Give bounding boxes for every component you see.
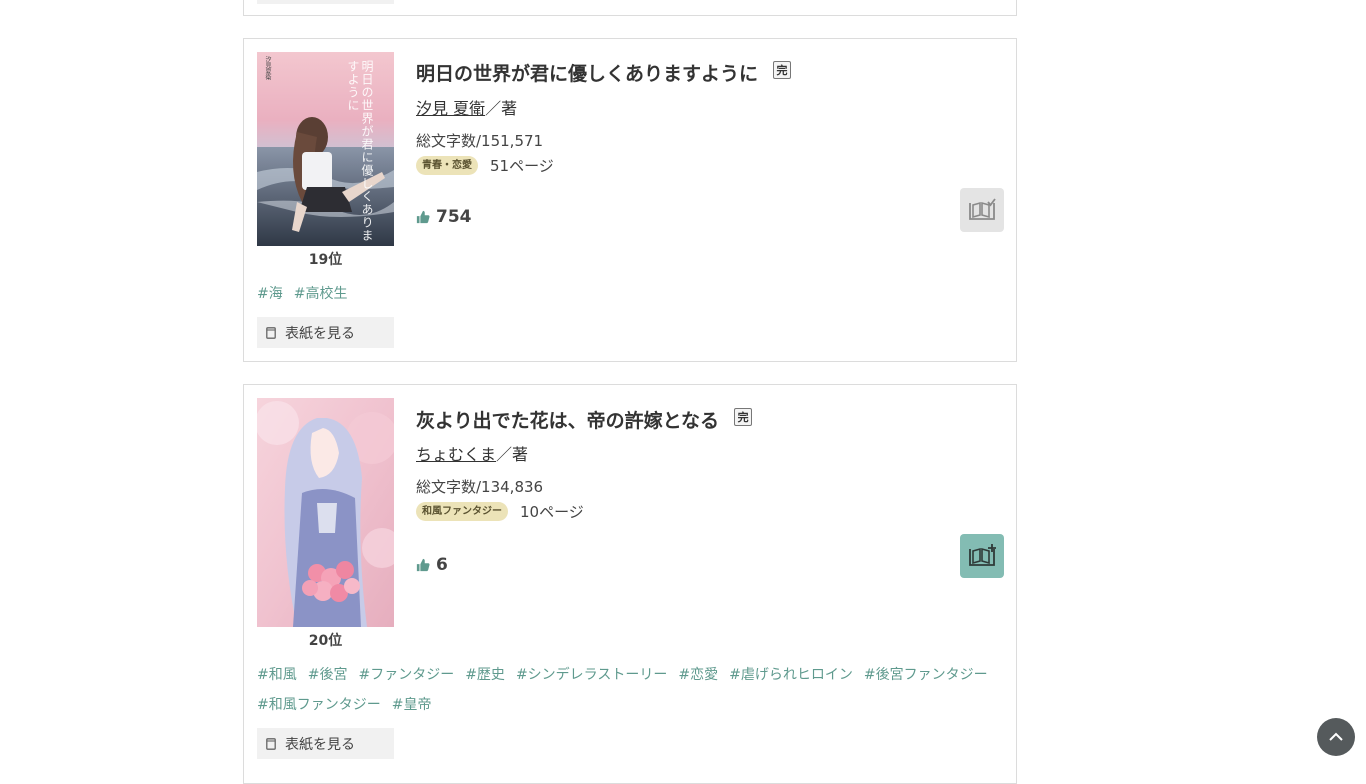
title-row: 灰より出でた花は、帝の許嫁となる 完 — [416, 406, 753, 433]
tag[interactable]: #後宮ファンタジー — [864, 666, 988, 685]
author-link[interactable]: ちょむくま — [416, 445, 496, 464]
like-count: 754 — [436, 207, 472, 227]
rank-label: 20位 — [308, 633, 343, 649]
tag[interactable]: #皇帝 — [392, 696, 432, 715]
book-icon — [266, 737, 276, 750]
cover-title-text: 明日の世界が君に優しくありますように — [346, 60, 374, 242]
title-row: 明日の世界が君に優しくありますように 完 — [416, 59, 792, 86]
likes: 754 — [416, 207, 472, 227]
view-cover-button[interactable] — [257, 0, 394, 4]
book-icon — [266, 326, 276, 339]
rank-label: 19位 — [308, 252, 343, 268]
meta-row: 青春・恋愛 51ページ — [416, 155, 554, 176]
genre-badge[interactable]: 青春・恋愛 — [416, 156, 478, 175]
like-count: 6 — [436, 555, 448, 575]
tag[interactable]: #歴史 — [465, 666, 505, 685]
view-cover-label: 表紙を見る — [285, 736, 355, 753]
likes: 6 — [416, 555, 448, 575]
completed-badge: 完 — [734, 407, 753, 426]
page-count: 51ページ — [490, 157, 554, 175]
bookshelf-add-icon — [969, 544, 996, 566]
cover-author-text: 汐見夏衛 — [264, 56, 271, 80]
work-card: 明日の世界が君に優しくありますように 汐見夏衛 19位 明日の世界が君に優しくあ… — [243, 38, 1017, 362]
character-count: 総文字数/134,836 — [416, 478, 544, 496]
book-cover[interactable]: 明日の世界が君に優しくありますように 汐見夏衛 — [257, 52, 394, 246]
view-cover-button[interactable]: 表紙を見る — [257, 728, 394, 759]
completed-badge: 完 — [773, 60, 792, 79]
bookshelf-check-icon — [969, 198, 996, 220]
tag[interactable]: #ファンタジー — [358, 666, 454, 685]
cover-illustration — [257, 398, 394, 627]
page-count: 10ページ — [520, 503, 584, 521]
tag[interactable]: #虐げられヒロイン — [729, 666, 853, 685]
thumbs-up-icon — [416, 558, 430, 572]
author-row: ちょむくま／著 — [416, 441, 528, 465]
previous-work-card — [243, 0, 1017, 16]
tag-list: #海 #高校生 — [257, 285, 1003, 304]
tag[interactable]: #海 — [257, 285, 283, 304]
genre-badge[interactable]: 和風ファンタジー — [416, 502, 508, 521]
tag[interactable]: #後宮 — [308, 666, 348, 685]
tag-list: #和風 #後宮 #ファンタジー #歴史 #シンデレラストーリー #恋愛 #虐げら… — [257, 666, 1003, 715]
author-suffix: ／著 — [485, 99, 518, 118]
tag[interactable]: #シンデレラストーリー — [516, 666, 667, 685]
tag[interactable]: #和風ファンタジー — [257, 696, 381, 715]
bookshelf-button[interactable] — [960, 188, 1004, 232]
character-count: 総文字数/151,571 — [416, 132, 544, 150]
view-cover-label: 表紙を見る — [285, 325, 355, 342]
tag[interactable]: #高校生 — [294, 285, 348, 304]
book-cover[interactable] — [257, 398, 394, 627]
work-title[interactable]: 灰より出でた花は、帝の許嫁となる — [416, 406, 719, 433]
author-row: 汐見 夏衛／著 — [416, 95, 517, 119]
work-title[interactable]: 明日の世界が君に優しくありますように — [416, 59, 758, 86]
tag[interactable]: #和風 — [257, 666, 297, 685]
bookshelf-button[interactable] — [960, 534, 1004, 578]
author-link[interactable]: 汐見 夏衛 — [416, 99, 485, 118]
author-suffix: ／著 — [496, 445, 529, 464]
scroll-to-top-button[interactable] — [1317, 718, 1355, 756]
thumbs-up-icon — [416, 210, 430, 224]
work-card: 20位 灰より出でた花は、帝の許嫁となる 完 ちょむくま／著 総文字数/134,… — [243, 384, 1017, 784]
meta-row: 和風ファンタジー 10ページ — [416, 501, 584, 522]
chevron-up-icon — [1329, 732, 1343, 741]
tag[interactable]: #恋愛 — [678, 666, 718, 685]
view-cover-button[interactable]: 表紙を見る — [257, 317, 394, 348]
